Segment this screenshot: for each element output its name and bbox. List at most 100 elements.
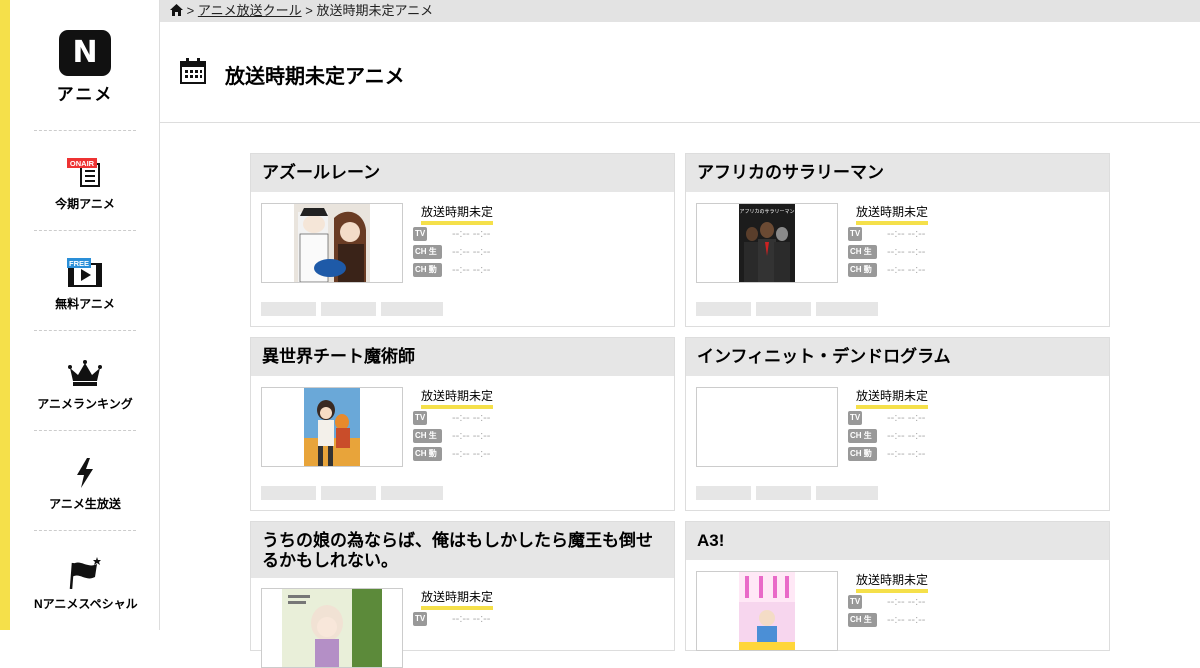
status-label: 放送時期未定: [421, 387, 494, 409]
anime-thumbnail[interactable]: [261, 387, 403, 467]
anime-thumbnail-empty[interactable]: [696, 387, 838, 467]
sidebar-item-current-season[interactable]: ONAIR 今期アニメ: [34, 130, 136, 230]
schedule-ch-video: CH 動 --:-- --:--: [413, 263, 490, 277]
tv-badge: TV: [413, 411, 427, 425]
ch-video-badge: CH 動: [413, 263, 442, 277]
accent-strip: [0, 0, 10, 630]
placeholder-tags: [261, 302, 443, 316]
placeholder-tags: [261, 486, 443, 500]
breadcrumb-current: 放送時期未定アニメ: [316, 3, 434, 18]
anime-card[interactable]: アフリカのサラリーマン アフリカのサラリーマン 放送時期未定 TV --:-- -…: [685, 153, 1110, 327]
schedule-tv: TV --:-- --:--: [413, 227, 490, 241]
schedule-ch-video: CH 動 --:-- --:--: [848, 447, 925, 461]
site-logo[interactable]: N アニメ: [54, 30, 116, 105]
tv-badge: TV: [848, 595, 862, 609]
anime-title[interactable]: インフィニット・デンドログラム: [686, 338, 1109, 376]
key-visual-image: [304, 388, 360, 466]
time-placeholder: --:-- --:--: [887, 264, 926, 276]
onair-icon: ONAIR: [34, 157, 136, 189]
time-placeholder: --:-- --:--: [452, 430, 491, 442]
ch-live-badge: CH 生: [848, 429, 877, 443]
free-film-icon: FREE: [34, 257, 136, 289]
schedule-ch-video: CH 動 --:-- --:--: [413, 447, 490, 461]
page-header: 放送時期未定アニメ: [160, 22, 1200, 123]
crown-icon: [34, 357, 136, 389]
schedule-tv: TV --:-- --:--: [848, 411, 925, 425]
time-placeholder: --:-- --:--: [887, 430, 926, 442]
tv-badge: TV: [413, 227, 427, 241]
anime-title[interactable]: 異世界チート魔術師: [251, 338, 674, 376]
schedule-ch-live: CH 生 --:-- --:--: [848, 429, 925, 443]
anime-title[interactable]: うちの娘の為ならば、俺はもしかしたら魔王も倒せるかもしれない。: [251, 522, 674, 578]
status-label: 放送時期未定: [856, 571, 929, 593]
sidebar-item-special[interactable]: Nアニメスペシャル: [34, 530, 138, 630]
status-label: 放送時期未定: [421, 203, 494, 225]
time-placeholder: --:-- --:--: [452, 264, 491, 276]
anime-title[interactable]: A3!: [686, 522, 1109, 560]
anime-thumbnail[interactable]: [261, 588, 403, 668]
ch-live-badge: CH 生: [848, 613, 877, 627]
time-placeholder: --:-- --:--: [887, 246, 926, 258]
sidebar-item-ranking[interactable]: アニメランキング: [34, 330, 136, 430]
logo-text: アニメ: [56, 85, 114, 104]
time-placeholder: --:-- --:--: [452, 448, 491, 460]
schedule-tv: TV --:-- --:--: [848, 227, 925, 241]
status-label: 放送時期未定: [856, 387, 929, 409]
ch-live-badge: CH 生: [413, 429, 442, 443]
ch-video-badge: CH 動: [413, 447, 442, 461]
time-placeholder: --:-- --:--: [452, 246, 491, 258]
home-icon[interactable]: [170, 3, 187, 18]
placeholder-tags: [696, 302, 878, 316]
sidebar-item-free-anime[interactable]: FREE 無料アニメ: [34, 230, 136, 330]
anime-thumbnail[interactable]: アフリカのサラリーマン: [696, 203, 838, 283]
time-placeholder: --:-- --:--: [887, 412, 926, 424]
logo-mark: N: [59, 30, 111, 76]
schedule-tv: TV --:-- --:--: [413, 411, 490, 425]
ch-video-badge: CH 動: [848, 447, 877, 461]
anime-card[interactable]: インフィニット・デンドログラム 放送時期未定 TV --:-- --:-- CH …: [685, 337, 1110, 511]
schedule-ch-video: CH 動 --:-- --:--: [848, 263, 925, 277]
anime-card[interactable]: 異世界チート魔術師 放送時期未定 TV --:-- --:-- CH 生 --:--…: [250, 337, 675, 511]
time-placeholder: --:-- --:--: [887, 596, 926, 608]
sidebar-item-label: アニメランキング: [37, 397, 133, 411]
anime-thumbnail[interactable]: [696, 571, 838, 651]
time-placeholder: --:-- --:--: [452, 412, 491, 424]
schedule-ch-live: CH 生 --:-- --:--: [413, 245, 490, 259]
anime-title[interactable]: アズールレーン: [251, 154, 674, 192]
lightning-icon: [34, 457, 136, 489]
ch-video-badge: CH 動: [848, 263, 877, 277]
key-visual-image: [739, 572, 795, 650]
time-placeholder: --:-- --:--: [887, 448, 926, 460]
breadcrumb-separator: >: [186, 3, 195, 18]
key-visual-image: [282, 589, 382, 667]
schedule-ch-live: CH 生 --:-- --:--: [413, 429, 490, 443]
sidebar-item-label: Nアニメスペシャル: [34, 597, 138, 611]
schedule-ch-live: CH 生 --:-- --:--: [848, 245, 925, 259]
ch-live-badge: CH 生: [848, 245, 877, 259]
sidebar-item-label: アニメ生放送: [49, 497, 121, 511]
sidebar-item-label: 無料アニメ: [55, 297, 115, 311]
key-visual-image: アフリカのサラリーマン: [739, 204, 795, 282]
sidebar: N アニメ ONAIR 今期アニメ FREE 無料アニメ アニメランキング アニ…: [10, 0, 160, 630]
sidebar-item-label: 今期アニメ: [55, 197, 115, 211]
time-placeholder: --:-- --:--: [887, 228, 926, 240]
thumb-caption: アフリカのサラリーマン: [739, 209, 794, 215]
schedule-ch-live: CH 生 --:-- --:--: [848, 613, 925, 627]
breadcrumb-link-season[interactable]: アニメ放送クール: [198, 3, 302, 18]
tv-badge: TV: [848, 411, 862, 425]
tv-badge: TV: [848, 227, 862, 241]
time-placeholder: --:-- --:--: [452, 613, 491, 625]
status-label: 放送時期未定: [421, 588, 494, 610]
anime-card[interactable]: アズールレーン 放送時期未定 TV --:-- --:-- CH 生 --:-- -…: [250, 153, 675, 327]
anime-card[interactable]: A3! 放送時期未定 TV --:-- --:-- CH 生 --:-- --:--: [685, 521, 1110, 651]
onair-badge-text: ONAIR: [70, 159, 95, 168]
status-label: 放送時期未定: [856, 203, 929, 225]
free-badge-text: FREE: [69, 259, 89, 268]
anime-title[interactable]: アフリカのサラリーマン: [686, 154, 1109, 192]
sidebar-item-live[interactable]: アニメ生放送: [34, 430, 136, 530]
anime-thumbnail[interactable]: [261, 203, 403, 283]
time-placeholder: --:-- --:--: [887, 614, 926, 626]
time-placeholder: --:-- --:--: [452, 228, 491, 240]
ch-live-badge: CH 生: [413, 245, 442, 259]
anime-card[interactable]: うちの娘の為ならば、俺はもしかしたら魔王も倒せるかもしれない。 放送時期未定 T…: [250, 521, 675, 668]
